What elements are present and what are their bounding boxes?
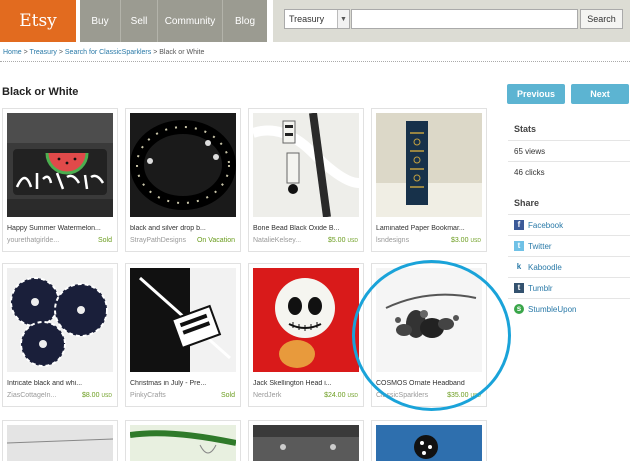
item-status: Sold (220, 392, 235, 399)
list-item[interactable]: Laminated Paper Bookmar... lsndesigns $3… (371, 108, 487, 252)
item-status: On Vacation (196, 237, 235, 244)
item-title[interactable]: Intricate black and whi... (7, 380, 115, 387)
search-bar: Treasury ▼ Search (273, 0, 630, 42)
list-item[interactable]: Jack Skellington Head i... NerdJerk $24.… (248, 263, 364, 407)
stats-clicks: 46 clicks (508, 161, 630, 182)
share-kaboodle[interactable]: k Kaboodle (508, 256, 630, 277)
item-title[interactable]: Happy Summer Watermelon... (7, 225, 115, 232)
nav-sell[interactable]: Sell (120, 0, 157, 42)
search-scope-select[interactable]: Treasury ▼ (284, 9, 350, 29)
search-button[interactable]: Search (580, 9, 623, 29)
twitter-icon: t (514, 241, 524, 251)
item-price: $5.00 USD (327, 237, 358, 244)
item-title[interactable]: Christmas in July - Pre... (130, 380, 238, 387)
item-shop[interactable]: yourethatgirlde... (7, 237, 59, 244)
item-shop[interactable]: ZiasCottageIn... (7, 392, 56, 399)
share-stumbleupon-link[interactable]: StumbleUpon (528, 305, 576, 314)
list-item[interactable]: Intricate black and whi... ZiasCottageIn… (2, 263, 118, 407)
page-title: Black or White (2, 86, 79, 98)
list-item[interactable]: black and silver drop b... StrayPathDesi… (125, 108, 241, 252)
breadcrumb: Home > Treasury > Search for ClassicSpar… (3, 49, 205, 56)
item-image[interactable] (376, 113, 482, 217)
item-shop[interactable]: NatalieKelsey... (253, 237, 301, 244)
share-twitter-link[interactable]: Twitter (528, 242, 552, 251)
breadcrumb-current: Black or White (159, 49, 205, 56)
share-tumblr-link[interactable]: Tumblr (528, 284, 553, 293)
list-item[interactable]: Happy Summer Watermelon... yourethatgirl… (2, 108, 118, 252)
stumbleupon-icon: s (514, 304, 524, 314)
item-price: $3.00 USD (450, 237, 481, 244)
kaboodle-icon: k (514, 262, 524, 272)
stats-heading: Stats (514, 124, 537, 134)
list-item[interactable] (248, 420, 364, 461)
item-shop[interactable]: lsndesigns (376, 237, 409, 244)
item-image[interactable] (130, 268, 236, 372)
item-title[interactable]: Bone Bead Black Oxide B... (253, 225, 361, 232)
item-title[interactable]: Laminated Paper Bookmar... (376, 225, 484, 232)
share-stumbleupon[interactable]: s StumbleUpon (508, 298, 630, 319)
item-image[interactable] (253, 425, 359, 461)
nav-buy[interactable]: Buy (80, 0, 120, 42)
item-image[interactable] (376, 425, 482, 461)
search-scope-value: Treasury (289, 14, 325, 24)
item-image[interactable] (130, 425, 236, 461)
item-image[interactable] (130, 113, 236, 217)
share-heading: Share (514, 198, 540, 208)
divider (0, 61, 630, 62)
search-input[interactable] (351, 9, 578, 29)
item-title[interactable]: Jack Skellington Head i... (253, 380, 361, 387)
breadcrumb-treasury[interactable]: Treasury (30, 49, 57, 56)
share-twitter[interactable]: t Twitter (508, 235, 630, 256)
share-facebook[interactable]: f Facebook (508, 214, 630, 235)
list-item[interactable]: Christmas in July - Pre... PinkyCrafts S… (125, 263, 241, 407)
chevron-down-icon: ▼ (337, 10, 349, 28)
item-image[interactable] (253, 268, 359, 372)
list-item[interactable]: Bone Bead Black Oxide B... NatalieKelsey… (248, 108, 364, 252)
list-item[interactable] (2, 420, 118, 461)
item-image[interactable] (7, 113, 113, 217)
item-shop[interactable]: PinkyCrafts (130, 392, 166, 399)
item-status: Sold (97, 237, 112, 244)
share-kaboodle-link[interactable]: Kaboodle (528, 263, 562, 272)
nav-blog[interactable]: Blog (222, 0, 267, 42)
item-image[interactable] (7, 425, 113, 461)
list-item[interactable] (371, 420, 487, 461)
item-shop[interactable]: StrayPathDesigns (130, 237, 186, 244)
previous-button[interactable]: Previous (507, 84, 565, 104)
stats-views: 65 views (508, 140, 630, 161)
share-facebook-link[interactable]: Facebook (528, 221, 563, 230)
sidebar: Stats 65 views 46 clicks Share f Faceboo… (508, 118, 630, 319)
breadcrumb-home[interactable]: Home (3, 49, 22, 56)
next-button[interactable]: Next (571, 84, 629, 104)
main-nav: Buy Sell Community Blog (80, 0, 267, 42)
item-image[interactable] (7, 268, 113, 372)
tumblr-icon: t (514, 283, 524, 293)
item-price: $8.00 USD (81, 392, 112, 399)
etsy-logo[interactable]: Etsy (0, 0, 76, 42)
facebook-icon: f (514, 220, 524, 230)
item-image[interactable] (253, 113, 359, 217)
breadcrumb-search[interactable]: Search for ClassicSparklers (65, 49, 151, 56)
item-shop[interactable]: NerdJerk (253, 392, 281, 399)
item-price: $24.00 USD (324, 392, 358, 399)
site-header: Etsy Buy Sell Community Blog Treasury ▼ … (0, 0, 630, 42)
share-tumblr[interactable]: t Tumblr (508, 277, 630, 298)
nav-community[interactable]: Community (157, 0, 222, 42)
item-title[interactable]: black and silver drop b... (130, 225, 238, 232)
highlight-circle-annotation (352, 260, 511, 411)
list-item[interactable] (125, 420, 241, 461)
